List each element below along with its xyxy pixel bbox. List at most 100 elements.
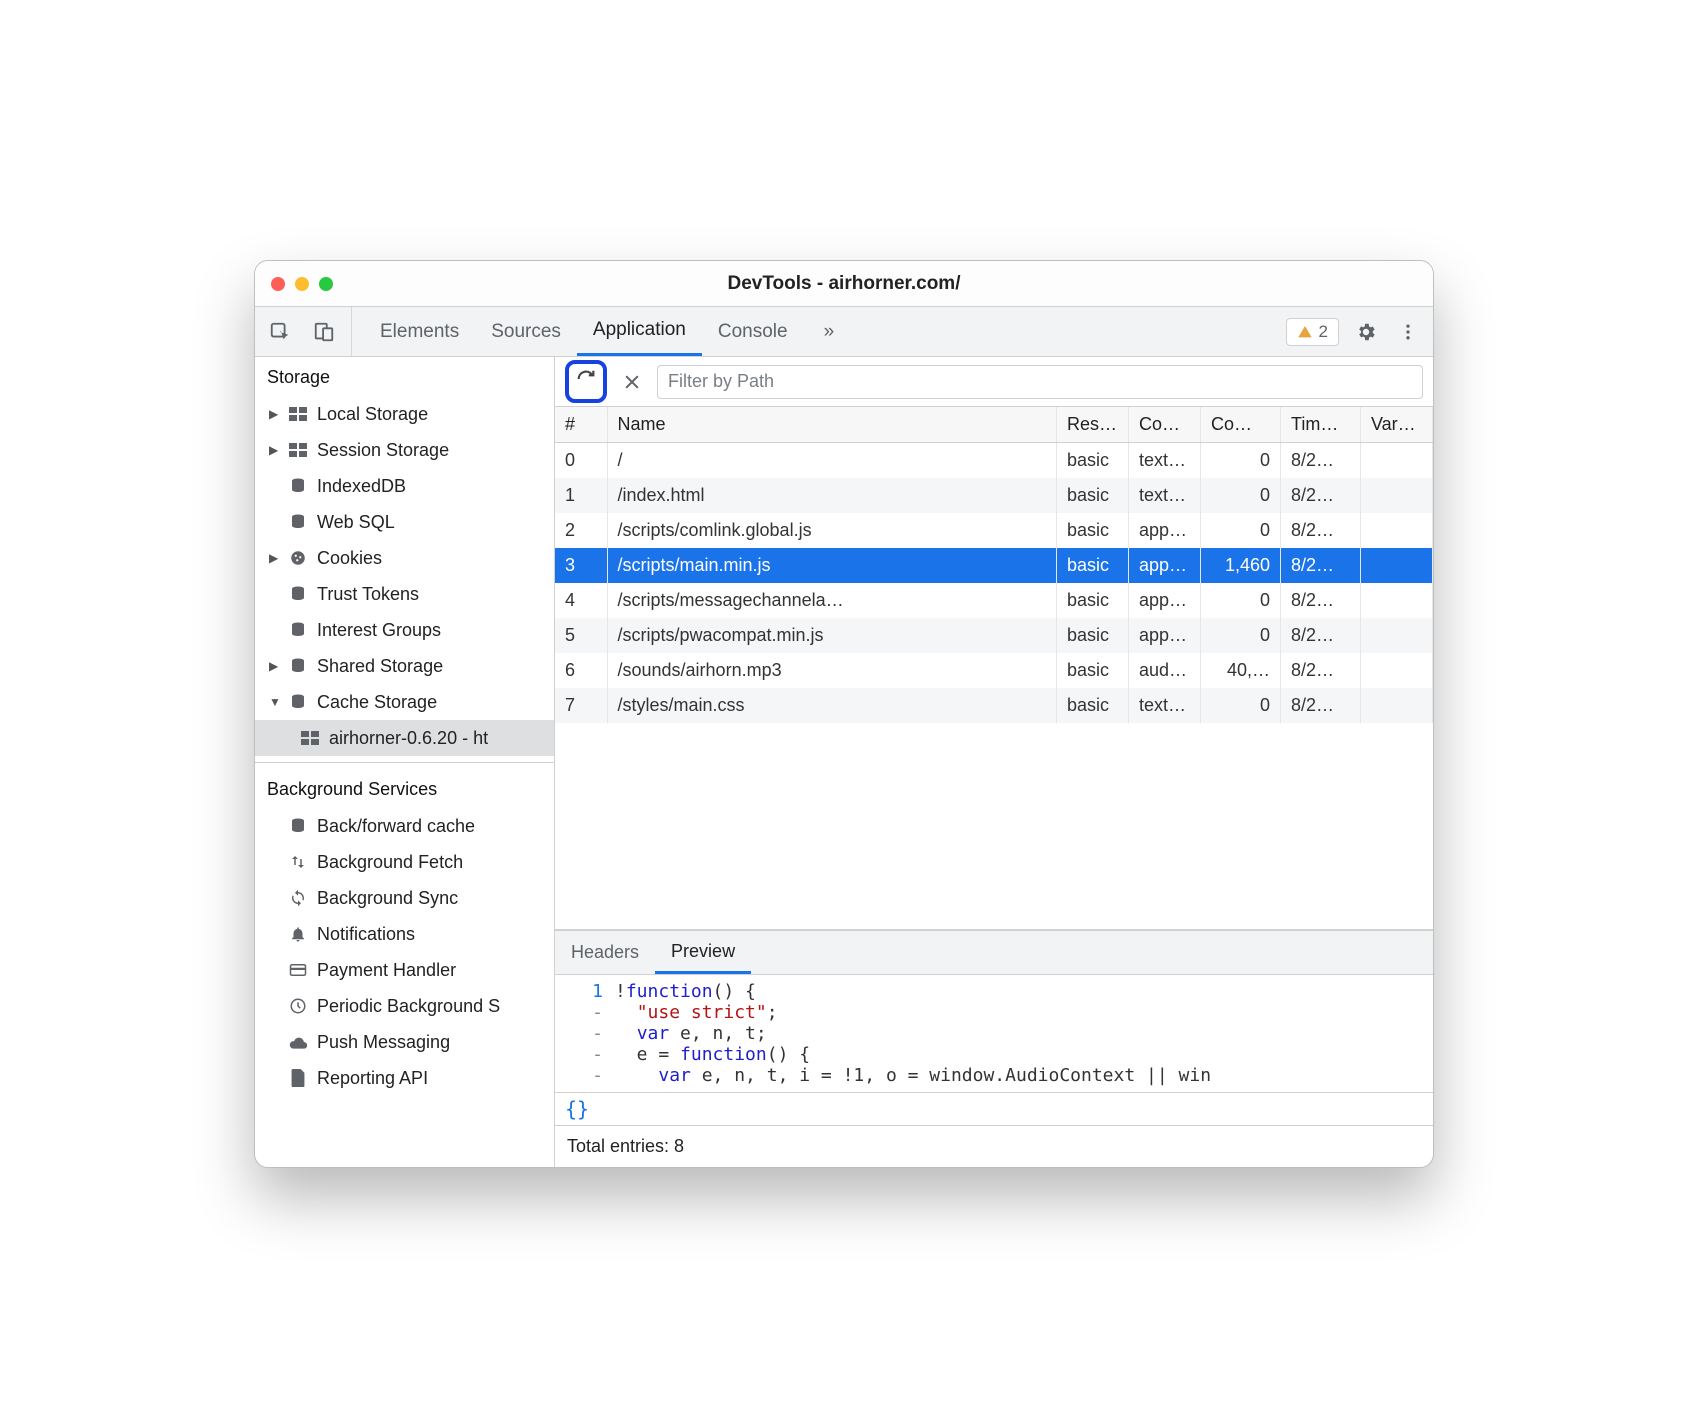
cell-vary bbox=[1361, 513, 1433, 548]
tab-elements[interactable]: Elements bbox=[364, 307, 475, 356]
col-vary[interactable]: Var… bbox=[1361, 407, 1433, 443]
cell-idx: 7 bbox=[555, 688, 607, 723]
sidebar-item-indexeddb[interactable]: IndexedDB bbox=[255, 468, 554, 504]
col-content-type[interactable]: Co… bbox=[1129, 407, 1201, 443]
sidebar-item-payment-handler[interactable]: Payment Handler bbox=[255, 952, 554, 988]
sidebar-item-web-sql[interactable]: Web SQL bbox=[255, 504, 554, 540]
sidebar-item-periodic-background-s[interactable]: Periodic Background S bbox=[255, 988, 554, 1024]
col-content-length[interactable]: Co… bbox=[1201, 407, 1281, 443]
code-text: var e, n, t; bbox=[615, 1023, 1433, 1044]
application-sidebar: Storage ▶Local Storage▶Session StorageIn… bbox=[255, 357, 555, 1167]
cell-res: basic bbox=[1057, 653, 1129, 688]
sidebar-item-label: Background Fetch bbox=[317, 852, 463, 873]
table-header-row: # Name Res… Co… Co… Tim… Var… bbox=[555, 407, 1433, 443]
sidebar-item-label: Cache Storage bbox=[317, 692, 437, 713]
warnings-badge[interactable]: 2 bbox=[1286, 318, 1339, 346]
sidebar-item-background-sync[interactable]: Background Sync bbox=[255, 880, 554, 916]
sidebar-item-session-storage[interactable]: ▶Session Storage bbox=[255, 432, 554, 468]
cell-vary bbox=[1361, 443, 1433, 479]
sidebar-item-label: Notifications bbox=[317, 924, 415, 945]
col-time[interactable]: Tim… bbox=[1281, 407, 1361, 443]
cell-time: 8/2… bbox=[1281, 478, 1361, 513]
refresh-button[interactable] bbox=[565, 360, 607, 403]
code-line: - e = function() { bbox=[555, 1044, 1433, 1065]
table-row[interactable]: 6/sounds/airhorn.mp3basicaud…40,…8/2… bbox=[555, 653, 1433, 688]
database-icon bbox=[287, 817, 309, 835]
sidebar-item-label: Background Sync bbox=[317, 888, 458, 909]
sidebar-item-local-storage[interactable]: ▶Local Storage bbox=[255, 396, 554, 432]
settings-icon[interactable] bbox=[1351, 317, 1381, 347]
clear-button[interactable] bbox=[617, 367, 647, 397]
window-controls bbox=[271, 277, 333, 291]
sidebar-item-back-forward-cache[interactable]: Back/forward cache bbox=[255, 808, 554, 844]
resource-preview-pane: HeadersPreview 1!function() {- "use stri… bbox=[555, 930, 1433, 1167]
cell-res: basic bbox=[1057, 618, 1129, 653]
sidebar-item-label: Payment Handler bbox=[317, 960, 456, 981]
cell-content: aud… bbox=[1129, 653, 1201, 688]
database-icon bbox=[287, 477, 309, 495]
line-number: - bbox=[555, 1044, 615, 1065]
col-name[interactable]: Name bbox=[607, 407, 1057, 443]
code-line: 1!function() { bbox=[555, 981, 1433, 1002]
col-response[interactable]: Res… bbox=[1057, 407, 1129, 443]
sidebar-item-trust-tokens[interactable]: Trust Tokens bbox=[255, 576, 554, 612]
cell-vary bbox=[1361, 653, 1433, 688]
cell-vary bbox=[1361, 688, 1433, 723]
inspect-element-icon[interactable] bbox=[265, 317, 295, 347]
cell-vary bbox=[1361, 618, 1433, 653]
sidebar-item-label: Web SQL bbox=[317, 512, 395, 533]
col-index[interactable]: # bbox=[555, 407, 607, 443]
sidebar-item-background-fetch[interactable]: Background Fetch bbox=[255, 844, 554, 880]
sidebar-item-interest-groups[interactable]: Interest Groups bbox=[255, 612, 554, 648]
cache-storage-panel: # Name Res… Co… Co… Tim… Var… 0/basictex… bbox=[555, 357, 1433, 1167]
cell-name: /scripts/main.min.js bbox=[607, 548, 1057, 583]
overflow-tabs-button[interactable]: » bbox=[808, 307, 851, 356]
sidebar-section-services: Background Services bbox=[255, 763, 554, 808]
close-window-icon[interactable] bbox=[271, 277, 285, 291]
sidebar-item-push-messaging[interactable]: Push Messaging bbox=[255, 1024, 554, 1060]
sidebar-item-airhorner-0-6-20-ht[interactable]: airhorner-0.6.20 - ht bbox=[255, 720, 554, 756]
preview-tab-preview[interactable]: Preview bbox=[655, 931, 751, 974]
database-icon bbox=[287, 693, 309, 711]
cell-length: 0 bbox=[1201, 443, 1281, 479]
cache-entries-table-wrap[interactable]: # Name Res… Co… Co… Tim… Var… 0/basictex… bbox=[555, 407, 1433, 930]
sidebar-item-label: Interest Groups bbox=[317, 620, 441, 641]
cache-entries-table: # Name Res… Co… Co… Tim… Var… 0/basictex… bbox=[555, 407, 1433, 723]
cell-length: 40,… bbox=[1201, 653, 1281, 688]
maximize-window-icon[interactable] bbox=[319, 277, 333, 291]
cell-content: app… bbox=[1129, 618, 1201, 653]
device-toolbar-icon[interactable] bbox=[309, 317, 339, 347]
sidebar-item-reporting-api[interactable]: Reporting API bbox=[255, 1060, 554, 1096]
source-preview[interactable]: 1!function() {- "use strict";- var e, n,… bbox=[555, 975, 1433, 1092]
sidebar-item-notifications[interactable]: Notifications bbox=[255, 916, 554, 952]
db-grid-icon bbox=[287, 443, 309, 457]
table-row[interactable]: 5/scripts/pwacompat.min.jsbasicapp…08/2… bbox=[555, 618, 1433, 653]
sidebar-item-label: Cookies bbox=[317, 548, 382, 569]
line-number: - bbox=[555, 1023, 615, 1044]
warnings-count: 2 bbox=[1319, 322, 1328, 342]
table-row[interactable]: 1/index.htmlbasictext…08/2… bbox=[555, 478, 1433, 513]
table-row[interactable]: 0/basictext…08/2… bbox=[555, 443, 1433, 479]
object-preview-bar[interactable]: {} bbox=[555, 1092, 1433, 1125]
sidebar-item-cache-storage[interactable]: ▼Cache Storage bbox=[255, 684, 554, 720]
sidebar-item-shared-storage[interactable]: ▶Shared Storage bbox=[255, 648, 554, 684]
table-row[interactable]: 2/scripts/comlink.global.jsbasicapp…08/2… bbox=[555, 513, 1433, 548]
cell-idx: 0 bbox=[555, 443, 607, 479]
line-number: - bbox=[555, 1002, 615, 1023]
line-number: 1 bbox=[555, 981, 615, 1002]
kebab-menu-icon[interactable] bbox=[1393, 317, 1423, 347]
code-line: - var e, n, t; bbox=[555, 1023, 1433, 1044]
table-row[interactable]: 7/styles/main.cssbasictext…08/2… bbox=[555, 688, 1433, 723]
tab-sources[interactable]: Sources bbox=[475, 307, 577, 356]
tab-console[interactable]: Console bbox=[702, 307, 804, 356]
window-title: DevTools - airhorner.com/ bbox=[255, 273, 1433, 295]
table-row[interactable]: 3/scripts/main.min.jsbasicapp…1,4608/2… bbox=[555, 548, 1433, 583]
table-row[interactable]: 4/scripts/messagechannela…basicapp…08/2… bbox=[555, 583, 1433, 618]
sidebar-item-cookies[interactable]: ▶Cookies bbox=[255, 540, 554, 576]
preview-tabs: HeadersPreview bbox=[555, 931, 1433, 975]
cell-idx: 4 bbox=[555, 583, 607, 618]
filter-input[interactable] bbox=[657, 365, 1423, 399]
minimize-window-icon[interactable] bbox=[295, 277, 309, 291]
tab-application[interactable]: Application bbox=[577, 307, 702, 356]
preview-tab-headers[interactable]: Headers bbox=[555, 931, 655, 974]
